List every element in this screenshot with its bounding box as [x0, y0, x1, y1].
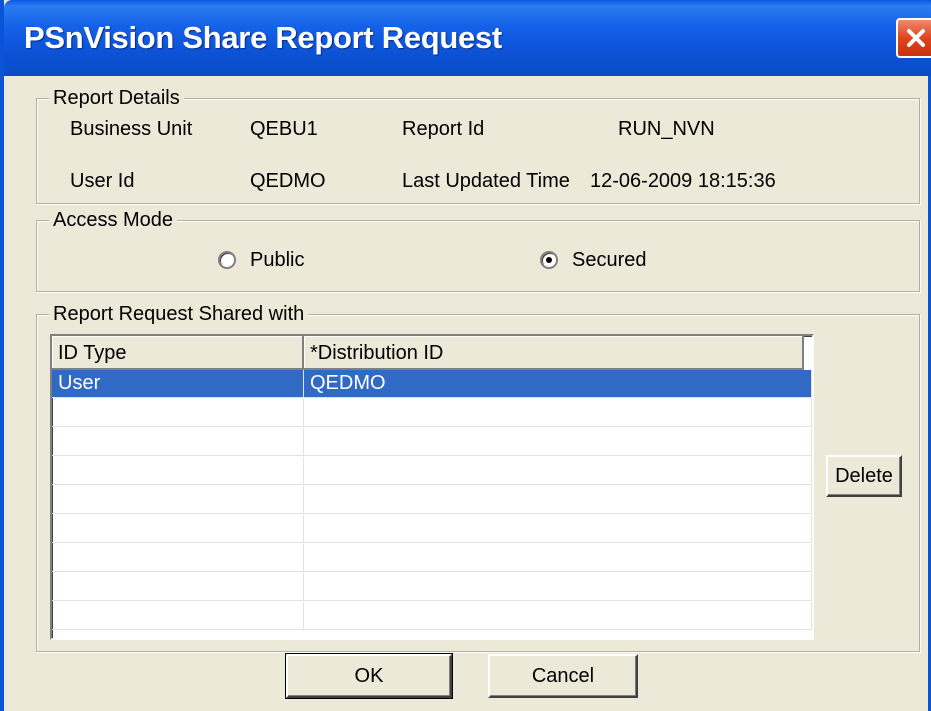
table-row[interactable] — [52, 515, 812, 543]
table-row[interactable] — [52, 544, 812, 572]
cell-distribution-id[interactable] — [304, 399, 812, 427]
cell-distribution-id[interactable] — [304, 428, 812, 456]
business-unit-value: QEBU1 — [250, 118, 318, 140]
delete-button[interactable]: Delete — [826, 455, 902, 497]
secured-label[interactable]: Secured — [572, 247, 647, 273]
report-id-value: RUN_NVN — [618, 118, 715, 140]
cell-distribution-id[interactable] — [304, 544, 812, 572]
cell-id-type[interactable] — [52, 457, 304, 485]
report-id-label: Report Id — [402, 118, 485, 140]
cell-id-type[interactable] — [52, 428, 304, 456]
cell-distribution-id[interactable] — [304, 486, 812, 514]
cell-id-type[interactable] — [52, 399, 304, 427]
shared-with-legend: Report Request Shared with — [49, 301, 309, 327]
user-id-label: User Id — [70, 170, 135, 192]
business-unit-label: Business Unit — [70, 118, 193, 140]
access-mode-group: Access Mode — [36, 207, 920, 292]
cell-id-type[interactable] — [52, 486, 304, 514]
report-details-legend: Report Details — [49, 85, 184, 111]
table-row[interactable] — [52, 602, 812, 630]
last-updated-value: 12-06-2009 18:15:36 — [590, 170, 776, 192]
table-row[interactable] — [52, 573, 812, 601]
cell-id-type[interactable] — [52, 573, 304, 601]
cancel-button[interactable]: Cancel — [488, 654, 638, 698]
ok-button[interactable]: OK — [285, 653, 453, 699]
secured-radio-dot — [546, 257, 552, 263]
table-row[interactable] — [52, 428, 812, 456]
table-row[interactable] — [52, 399, 812, 427]
window-title: PSnVision Share Report Request — [24, 20, 502, 55]
table-row[interactable] — [52, 457, 812, 485]
cell-distribution-id[interactable]: QEDMO — [304, 370, 812, 398]
close-button[interactable] — [896, 18, 931, 58]
cell-id-type[interactable]: User — [52, 370, 304, 398]
cell-id-type[interactable] — [52, 515, 304, 543]
cell-distribution-id[interactable] — [304, 457, 812, 485]
cell-distribution-id[interactable] — [304, 602, 812, 630]
table-row[interactable]: User QEDMO — [52, 370, 812, 398]
cell-id-type[interactable] — [52, 544, 304, 572]
table-row[interactable] — [52, 486, 812, 514]
user-id-value: QEDMO — [250, 170, 326, 192]
title-bar[interactable]: PSnVision Share Report Request — [4, 0, 931, 76]
cell-distribution-id[interactable] — [304, 573, 812, 601]
last-updated-label: Last Updated Time — [402, 170, 570, 192]
column-header-distribution-id[interactable]: *Distribution ID — [304, 336, 804, 370]
column-header-id-type[interactable]: ID Type — [52, 336, 304, 370]
public-radio[interactable] — [218, 251, 236, 269]
shared-with-table[interactable]: ID Type *Distribution ID User QEDMO — [50, 334, 814, 640]
share-report-dialog: PSnVision Share Report Request Report De… — [0, 0, 931, 711]
secured-radio[interactable] — [540, 251, 558, 269]
access-mode-legend: Access Mode — [49, 207, 178, 233]
public-label[interactable]: Public — [250, 247, 304, 273]
close-icon — [907, 29, 925, 47]
cell-id-type[interactable] — [52, 602, 304, 630]
cell-distribution-id[interactable] — [304, 515, 812, 543]
